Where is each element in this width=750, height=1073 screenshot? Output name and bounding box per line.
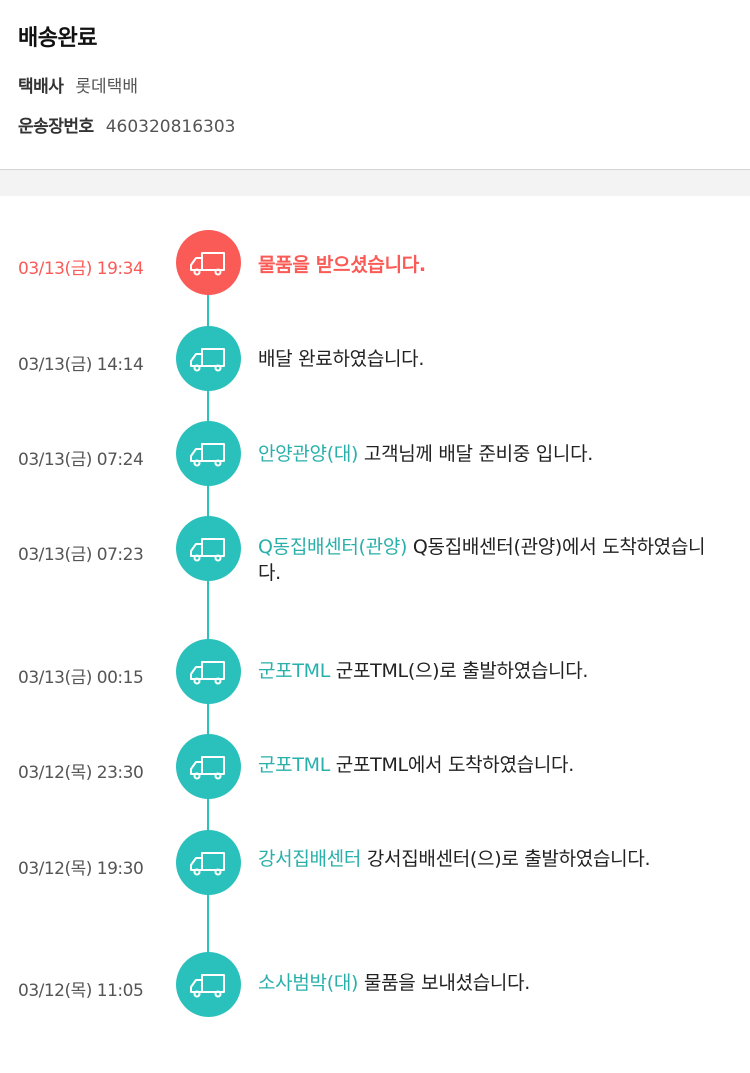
timeline-message: 배달 완료하였습니다.: [258, 348, 425, 370]
timeline-message-row: Q동집배센터(관양) Q동집배센터(관양)에서 도착하였습니다.: [258, 534, 718, 586]
timeline-message: 고객님께 배달 준비중 입니다.: [363, 443, 594, 465]
carrier-value: 롯데택배: [75, 77, 138, 97]
tracking-timeline: 03/13(금) 19:34 물품을 받으셨습니다. 03/13(금) 14:1…: [0, 196, 750, 1073]
tracking-number: 460320816303: [105, 117, 236, 137]
timeline-message-row: 안양관양(대) 고객님께 배달 준비중 입니다.: [258, 441, 718, 467]
timeline-location: 소사범박(대): [258, 972, 359, 994]
truck-icon: [176, 516, 241, 581]
timeline-message: 물품을 받으셨습니다.: [258, 254, 426, 276]
truck-icon: [176, 952, 241, 1017]
timeline-message: 강서집배센터(으)로 출발하였습니다.: [366, 848, 651, 870]
truck-icon: [176, 830, 241, 895]
timeline-location: Q동집배센터(관양): [258, 536, 408, 558]
timeline-message-row: 소사범박(대) 물품을 보내셨습니다.: [258, 970, 718, 996]
timeline-message: 군포TML(으)로 출발하였습니다.: [335, 660, 589, 682]
truck-icon: [176, 230, 241, 295]
timeline-message-row: 강서집배센터 강서집배센터(으)로 출발하였습니다.: [258, 846, 718, 872]
timeline-message-row: 군포TML 군포TML에서 도착하였습니다.: [258, 752, 718, 778]
section-separator: [0, 170, 750, 196]
tracking-row: 운송장번호 460320816303: [18, 112, 236, 137]
timeline-time: 03/12(목) 23:30: [18, 763, 144, 783]
truck-icon: [176, 326, 241, 391]
timeline-time: 03/12(목) 19:30: [18, 859, 144, 879]
carrier-row: 택배사 롯데택배: [18, 72, 138, 97]
timeline-time: 03/12(목) 11:05: [18, 981, 144, 1001]
truck-icon: [176, 639, 241, 704]
timeline-time: 03/13(금) 07:24: [18, 450, 144, 470]
timeline-location: 강서집배센터: [258, 848, 362, 870]
timeline-message: 군포TML에서 도착하였습니다.: [335, 754, 574, 776]
timeline-message: 물품을 보내셨습니다.: [363, 972, 530, 994]
carrier-label: 택배사: [18, 77, 64, 97]
timeline-location: 군포TML: [258, 660, 331, 682]
timeline-time: 03/13(금) 07:23: [18, 545, 144, 565]
timeline-time: 03/13(금) 00:15: [18, 668, 144, 688]
timeline-time: 03/13(금) 14:14: [18, 355, 144, 375]
delivery-status-title: 배송완료: [18, 26, 97, 51]
timeline-time: 03/13(금) 19:34: [18, 259, 144, 279]
truck-icon: [176, 734, 241, 799]
tracking-label: 운송장번호: [18, 117, 94, 137]
delivery-header: 배송완료 택배사 롯데택배 운송장번호 460320816303: [0, 0, 750, 169]
timeline-location: 군포TML: [258, 754, 331, 776]
timeline-location: 안양관양(대): [258, 443, 359, 465]
truck-icon: [176, 421, 241, 486]
timeline-message-row: 군포TML 군포TML(으)로 출발하였습니다.: [258, 658, 718, 684]
